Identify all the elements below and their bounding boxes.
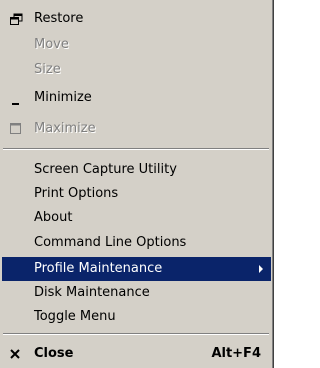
submenu-arrow-icon (259, 265, 263, 273)
menu-item-label: Profile Maintenance (34, 261, 163, 276)
close-shortcut: Alt+F4 (211, 346, 261, 361)
menu-item-label: Maximize (34, 121, 96, 136)
menu-item-disk-maintenance[interactable]: Disk Maintenance (2, 281, 271, 305)
menu-item-label: Screen Capture Utility (34, 162, 177, 177)
menu-item-toggle-menu[interactable]: Toggle Menu (2, 305, 271, 329)
menu-item-profile-maintenance[interactable]: Profile Maintenance (2, 257, 271, 281)
menu-item-print-options[interactable]: Print Options (2, 182, 271, 206)
menu-item-restore[interactable]: Restore (2, 7, 271, 31)
menu-item-label: Restore (34, 11, 84, 26)
menu-item-close[interactable]: Close Alt+F4 (2, 342, 271, 366)
menu-item-size: Size (2, 58, 271, 82)
restore-icon (8, 7, 26, 31)
menu-item-label: Close (34, 346, 74, 361)
menu-item-label: Move (34, 37, 69, 52)
menu-separator (3, 333, 269, 335)
close-icon (8, 342, 26, 366)
system-context-menu: Restore Move Size Minimize Maximize Scre… (0, 0, 274, 368)
menu-item-minimize[interactable]: Minimize (2, 86, 271, 110)
menu-item-screen-capture-utility[interactable]: Screen Capture Utility (2, 158, 271, 182)
screenshot-page: Restore Move Size Minimize Maximize Scre… (0, 0, 280, 368)
menu-separator (3, 148, 269, 150)
menu-item-label: Print Options (34, 186, 119, 201)
menu-item-label: About (34, 210, 73, 225)
menu-item-about[interactable]: About (2, 206, 271, 230)
menu-item-label: Command Line Options (34, 235, 187, 250)
menu-item-move: Move (2, 33, 271, 57)
maximize-icon (8, 117, 26, 141)
menu-item-label: Disk Maintenance (34, 285, 150, 300)
minimize-icon (8, 86, 26, 110)
menu-item-label: Minimize (34, 90, 92, 105)
menu-item-command-line-options[interactable]: Command Line Options (2, 231, 271, 255)
menu-item-maximize: Maximize (2, 117, 271, 141)
menu-item-label: Toggle Menu (34, 309, 116, 324)
menu-item-label: Size (34, 62, 61, 77)
